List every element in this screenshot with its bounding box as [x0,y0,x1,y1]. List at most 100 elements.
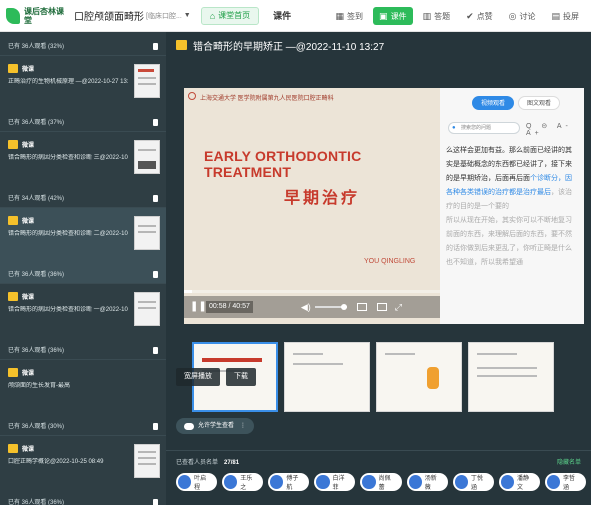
slide-thumbnail[interactable] [284,342,370,412]
lesson-thumbnail [134,140,160,174]
list-item[interactable]: 微课 错合畸形的病因分类检查和诊断 三@2022-10-25 已有 34人观看 … [0,132,166,208]
home-icon: ⌂ [209,10,216,21]
lesson-title: 错合畸形的病因分类检查和诊断 一@2022-10-20 [8,307,128,313]
nav-like-label: 点赞 [476,11,493,21]
viewer-chip[interactable]: 尚佩蕾 [360,473,402,491]
nav-screen[interactable]: ▤ 投屏 [545,7,585,25]
viewer-list-title: 已查看人员名单 27/81 [176,457,239,466]
list-item[interactable]: 微课 错合畸形的病因分类检查和诊断 一@2022-10-20 已有 36人观看 … [0,284,166,360]
logo-text: 课后杏林课堂 [24,6,64,25]
lesson-thumbnail [134,64,160,98]
document-icon [153,195,158,202]
viewer-chip[interactable]: 丁悦涵 [452,473,494,491]
nav-discuss[interactable]: ◎ 讨论 [503,7,542,25]
viewer-chip[interactable]: 王乐之 [222,473,264,491]
time-display: 00:58 / 40:57 [206,301,253,313]
section-label: 课件 [273,11,292,21]
lesson-thumbnail [134,292,160,326]
volume-icon[interactable]: ◀) [301,302,311,313]
app-logo[interactable]: 课后杏林课堂 [6,7,64,25]
list-item[interactable]: 微课 正畸治疗的生物机械原理 —@2022-10-27 13:23 已有 36人… [0,56,166,132]
lesson-title: 颅颌面的生长发育-最高 [8,383,70,389]
tag-text: 微课 [22,371,35,377]
viewer-chip[interactable]: 傅子航 [268,473,310,491]
tab-text-view[interactable]: 图文观看 [518,96,561,110]
pause-icon[interactable]: ❚❚ [190,301,207,313]
slide-thumbnail[interactable] [468,342,554,412]
viewer-name: 傅子航 [286,476,299,491]
nav-courseware[interactable]: ▣ 课件 [373,7,413,25]
list-item[interactable]: 微课 错合畸形的病因分类检查和诊断 二@2022-10-20 已有 36人观看 … [0,208,166,284]
seek-bar[interactable] [184,290,440,293]
list-item[interactable]: 微课 口腔正畸学概论@2022-10-25 08:49 已有 36人观看 (36… [0,436,166,505]
view-tabs: 视频观看 图文观看 [472,96,564,110]
viewer-chip[interactable]: 叶启程 [176,473,218,491]
picture-in-picture-icon[interactable] [376,303,387,311]
viewer-name: 叶启程 [194,476,207,491]
volume-knob[interactable] [340,304,347,310]
nav-like[interactable]: ✔ 点赞 [460,7,499,25]
thumb-line [138,463,156,465]
subtitle-icon[interactable] [356,303,367,311]
search-placeholder: 搜索您的问题 [461,125,492,131]
viewer-name: 尚佩蕾 [378,476,391,491]
main-content: 错合畸形的早期矫正 —@2022-11-10 13:27 上海交通大学 医学院附… [166,32,591,505]
check-icon: ✔ [466,10,474,21]
micro-lesson-tag: 微课 [8,140,34,149]
viewer-chip[interactable]: 潘静文 [498,473,540,491]
hide-list-button[interactable]: 隐藏名单 [557,457,581,466]
list-item[interactable]: 已有 36人观看 (32%) [0,32,166,56]
allow-students-label: 允许学生查看 [198,423,235,429]
transcript-search-input[interactable]: ● 搜索您的问题 [448,122,520,134]
avatar [500,475,514,489]
font-size-tools[interactable]: Q ⊝ A- A+ [526,122,584,137]
viewer-chip[interactable]: 白洋菲 [314,473,356,491]
video-player[interactable]: 上海交通大学 医学院附属第九人民医院口腔正畸科 EARLY ORTHODONTI… [184,88,584,324]
folder-icon [8,140,18,149]
chevron-down-icon[interactable]: ▼ [184,12,191,19]
slide-view[interactable]: 上海交通大学 医学院附属第九人民医院口腔正畸科 EARLY ORTHODONTI… [184,88,440,324]
tag-text: 微课 [22,219,35,225]
list-item[interactable]: 微课 颅颌面的生长发育-最高 已有 36人观看 (30%) [0,360,166,436]
document-icon [153,347,158,354]
course-subtitle[interactable]: [临床口腔... [146,11,182,21]
tag-text: 微课 [22,295,35,301]
nav-courseware-label: 课件 [390,11,407,21]
thumb-line [138,77,156,79]
viewer-chip[interactable]: 汤新薇 [406,473,448,491]
transcript-panel: 视频观看 图文观看 ● 搜索您的问题 Q ⊝ A- A+ 么这样会更加有益。那么… [440,88,584,324]
nav-checkin[interactable]: ▦ 签到 [330,7,370,25]
thumb-line [138,83,156,85]
search-icon: ● [452,125,456,131]
more-icon[interactable]: ⋮ [240,418,246,434]
view-progress: 已有 34人观看 (42%) [8,196,65,202]
fullscreen-icon[interactable]: ⤢ [395,302,402,313]
thumb-accent [138,69,154,72]
volume-slider[interactable] [314,304,347,310]
home-button[interactable]: ⌂ 课堂首页 [200,6,260,25]
viewer-chip[interactable]: 李哲涵 [544,473,586,491]
view-progress: 已有 36人观看 (32%) [8,44,65,50]
nav-quiz[interactable]: ▥ 答题 [417,7,457,25]
nav-checkin-label: 签到 [347,11,364,21]
micro-lesson-tag: 微课 [8,368,34,377]
lesson-sidebar: 已有 36人观看 (32%) 微课 正畸治疗的生物机械原理 —@2022-10-… [0,32,166,505]
thumb-line [477,375,537,377]
wide-screen-button[interactable]: 宽屏播放 [176,368,220,386]
lesson-title: 错合畸形的早期矫正 —@2022-11-10 13:27 [193,41,385,53]
chart-icon: ▥ [422,10,432,21]
tab-video-view[interactable]: 视频观看 [472,96,515,110]
viewer-name: 李哲涵 [563,476,576,491]
avatar [178,475,192,489]
tag-text: 微课 [22,143,35,149]
slide-header: 上海交通大学 医学院附属第九人民医院口腔正畸科 [200,96,334,102]
viewer-avatars: 叶启程 王乐之 傅子航 白洋菲 尚佩蕾 汤新薇 丁悦涵 潘静文 李哲涵 [176,473,591,491]
download-button[interactable]: 下载 [226,368,256,386]
viewer-name: 丁悦涵 [470,476,483,491]
course-title[interactable]: 口腔颅颌面畸形 [74,8,144,23]
view-progress: 已有 36人观看 (36%) [8,500,65,505]
thumb-line [293,363,343,365]
allow-students-toggle[interactable]: 允许学生查看 ⋮ [176,418,255,434]
slide-thumbnail[interactable] [376,342,462,412]
avatar [362,475,376,489]
